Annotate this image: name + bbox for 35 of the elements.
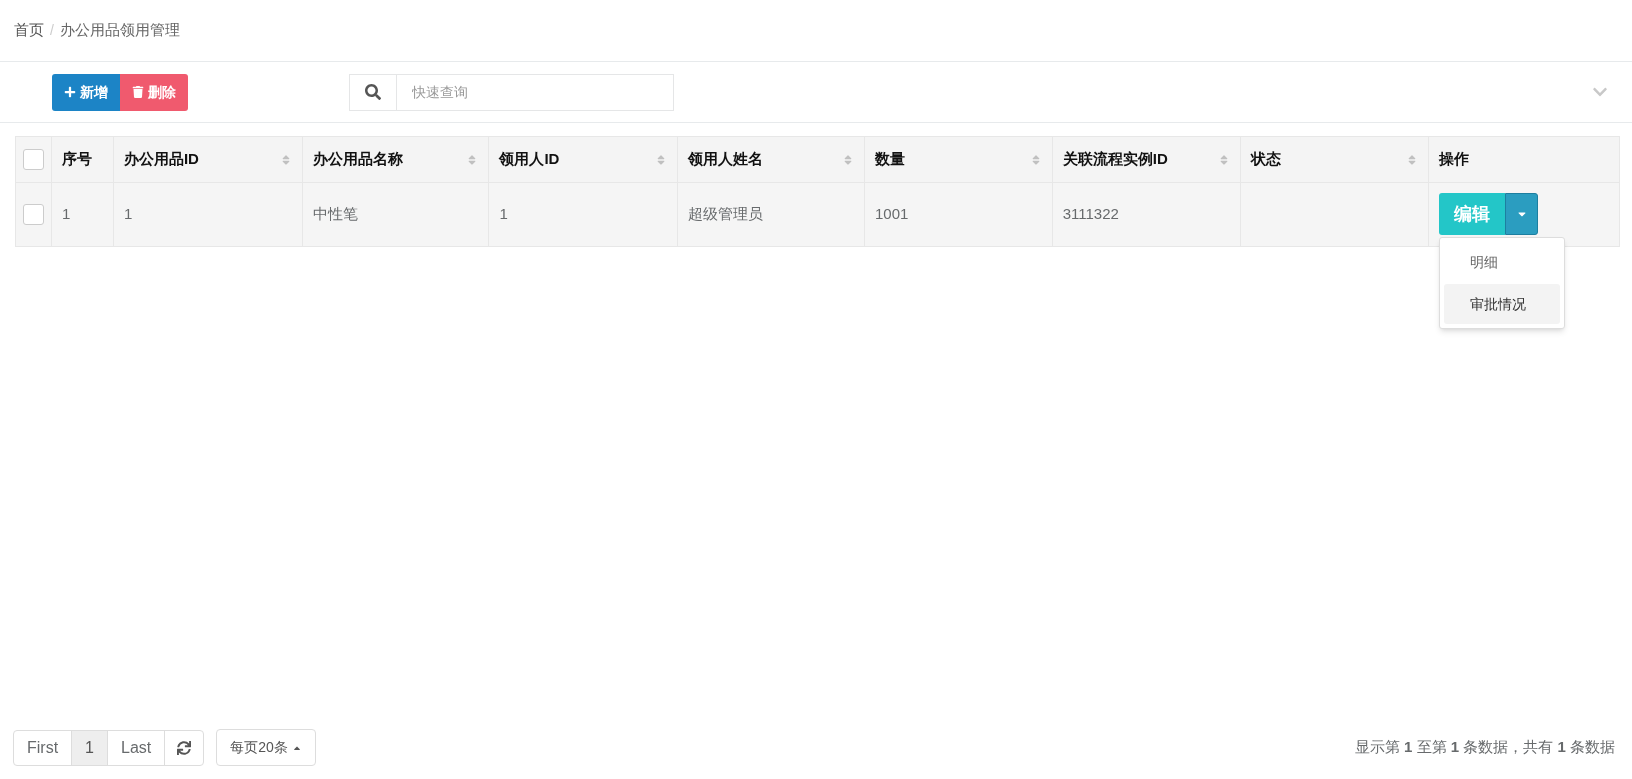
add-button[interactable]: 新增 <box>52 73 120 111</box>
breadcrumb-separator: / <box>50 21 54 40</box>
column-header: 序号 <box>61 149 92 170</box>
page-size-button[interactable]: 每页20条 <box>216 729 316 766</box>
table-cell-text: 1001 <box>874 204 909 225</box>
last-page-button[interactable]: Last <box>108 730 166 765</box>
menu-item[interactable]: 明细 <box>1444 242 1561 282</box>
trash-icon <box>132 86 144 98</box>
breadcrumb-item: 办公用品领用管理 <box>59 20 180 41</box>
dropdown-toggle[interactable] <box>1505 193 1539 235</box>
search-icon <box>365 84 381 100</box>
table-cell-text: 超级管理员 <box>688 204 764 225</box>
checkbox[interactable] <box>22 149 44 170</box>
column-header: 状态 <box>1251 149 1282 170</box>
column-header: 领用人ID <box>499 149 560 170</box>
table-cell-text: 3111322 <box>1062 204 1119 225</box>
column-header: 领用人姓名 <box>688 149 764 170</box>
column-header: 办公用品ID <box>123 149 199 170</box>
menu-item[interactable]: 审批情况 <box>1444 284 1561 324</box>
record-summary: 显示第 1 至第 1 条数据，共有 1 条数据 <box>1354 737 1616 758</box>
column-header: 关联流程实例ID <box>1062 149 1168 170</box>
page-button[interactable]: 1 <box>72 730 108 765</box>
search-button[interactable] <box>349 73 397 111</box>
column-header: 数量 <box>874 149 905 170</box>
checkbox[interactable] <box>22 204 44 225</box>
plus-icon <box>64 86 76 98</box>
table-cell-text: 中性笔 <box>312 204 358 225</box>
table-cell-text: 1 <box>123 204 133 225</box>
column-header: 操作 <box>1439 149 1470 170</box>
breadcrumb-item[interactable]: 首页 <box>14 19 44 42</box>
table-cell-text: 1 <box>499 204 508 225</box>
search-field[interactable]: 快速查询 <box>397 73 674 111</box>
column-header: 办公用品名称 <box>312 149 403 170</box>
refresh-icon <box>177 740 192 755</box>
table-cell-text: 1 <box>61 204 71 225</box>
